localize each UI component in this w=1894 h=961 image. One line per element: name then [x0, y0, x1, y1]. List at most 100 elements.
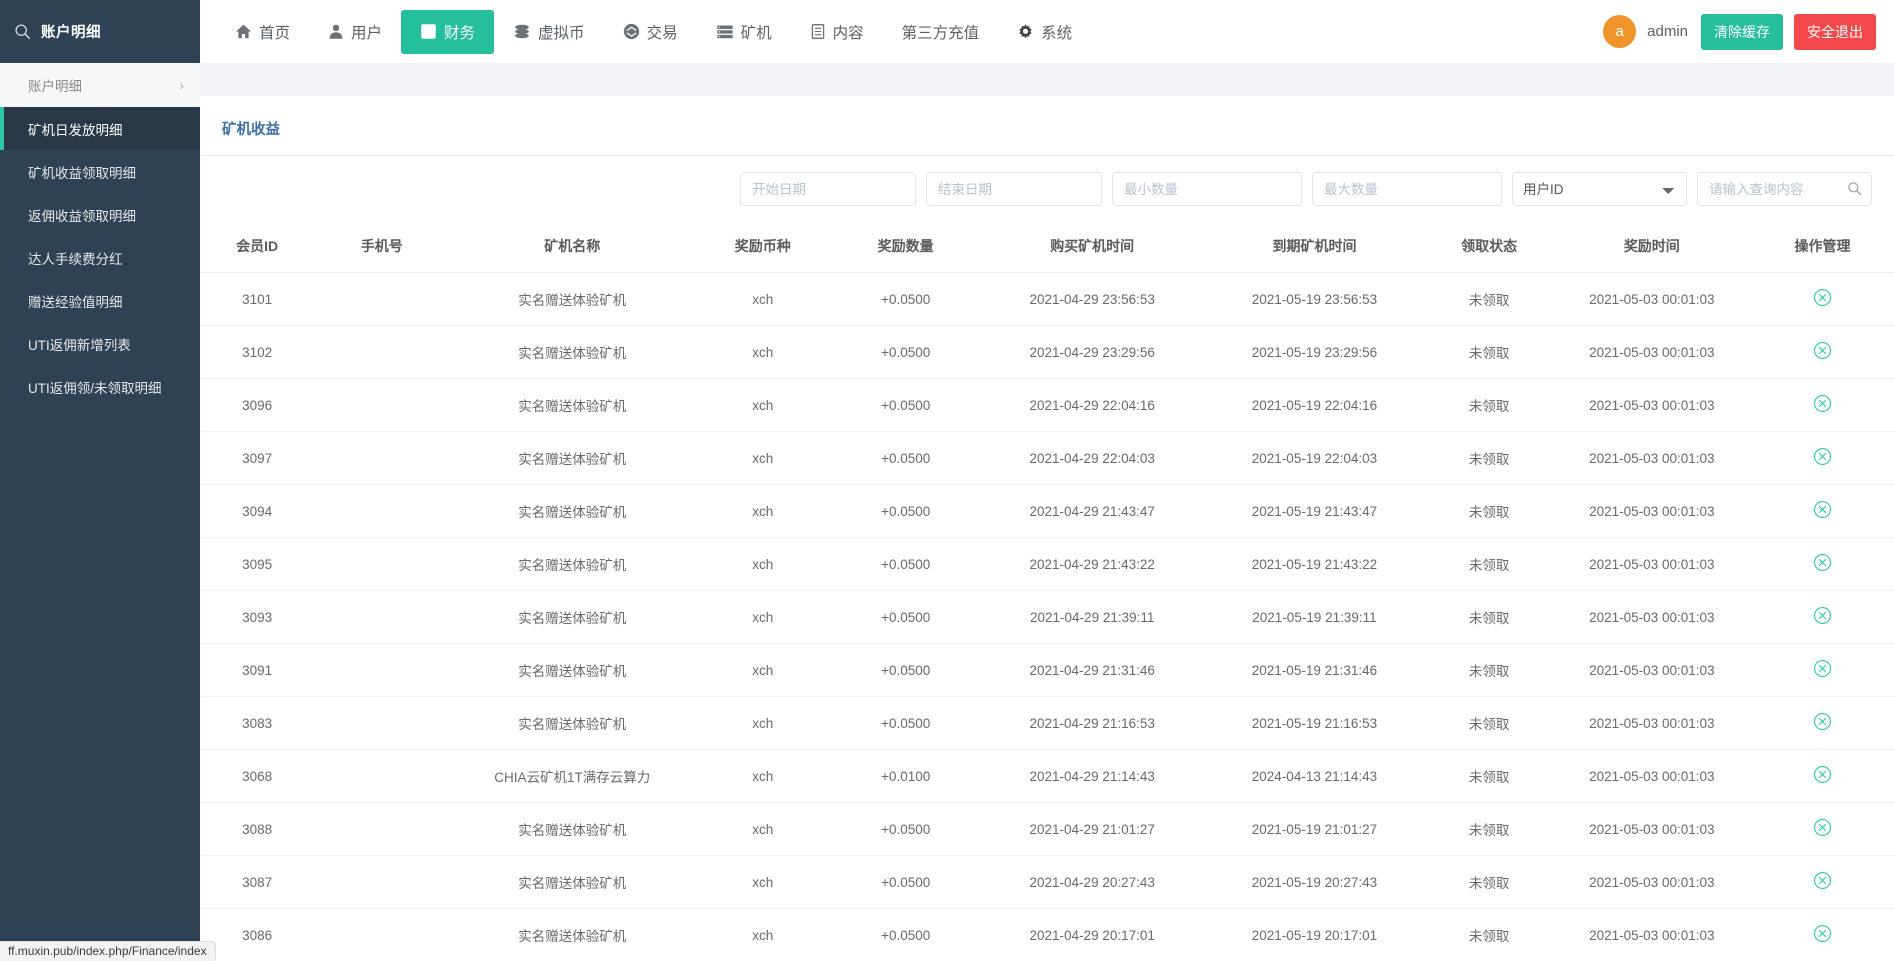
- search-type-select[interactable]: 用户ID: [1512, 172, 1687, 206]
- delete-icon[interactable]: [1813, 924, 1832, 943]
- sidebar-item-rebate-income-claim[interactable]: 返佣收益领取明细: [0, 193, 200, 236]
- sidebar-item-daily-payout[interactable]: 矿机日发放明细: [0, 107, 200, 150]
- cell-claim-status: 未领取: [1426, 644, 1553, 697]
- cell-claim-status: 未领取: [1426, 538, 1553, 591]
- nav-link-content[interactable]: 内容: [791, 10, 883, 54]
- cell-expire-time: 2021-05-19 23:56:53: [1203, 273, 1425, 326]
- cell-member-id: 3087: [200, 856, 314, 909]
- nav-link-finance[interactable]: ¥ 财务: [401, 10, 494, 54]
- column-header-claim-status: 领取状态: [1426, 222, 1553, 273]
- cell-reward-time: 2021-05-03 00:01:03: [1553, 326, 1751, 379]
- nav-link-third-party-recharge[interactable]: 第三方充值: [883, 10, 999, 54]
- table-body: 3101实名赠送体验矿机xch+0.05002021-04-29 23:56:5…: [200, 273, 1894, 961]
- delete-icon[interactable]: [1813, 500, 1832, 519]
- nav-link-label: 内容: [833, 21, 864, 43]
- nav-link-users[interactable]: 用户: [309, 10, 401, 54]
- cell-expire-time: 2021-05-19 20:27:43: [1203, 856, 1425, 909]
- top-nav-links: 首页 用户 ¥ 财务: [200, 0, 1091, 63]
- table-row[interactable]: 3096实名赠送体验矿机xch+0.05002021-04-29 22:04:1…: [200, 379, 1894, 432]
- cell-operations: [1751, 591, 1894, 644]
- sidebar-search[interactable]: 账户明细: [0, 0, 200, 63]
- table-row[interactable]: 3088实名赠送体验矿机xch+0.05002021-04-29 21:01:2…: [200, 803, 1894, 856]
- cell-purchase-time: 2021-04-29 21:43:22: [981, 538, 1203, 591]
- sidebar-item-label: 矿机收益领取明细: [28, 162, 136, 182]
- cell-phone: [314, 273, 449, 326]
- table-scroll-area[interactable]: 会员ID 手机号 矿机名称 奖励币种 奖励数量 购买矿机时间 到期矿机时间 领取…: [200, 222, 1894, 961]
- nav-link-home[interactable]: 首页: [216, 10, 309, 54]
- column-header-member-id: 会员ID: [200, 222, 314, 273]
- nav-link-exchange[interactable]: 交易: [604, 10, 697, 54]
- sidebar: 账户明细 账户明细 › 矿机日发放明细 矿机收益领取明细 返佣收益领取明细 达人…: [0, 0, 200, 961]
- cell-miner-name: 实名赠送体验矿机: [449, 485, 695, 538]
- sidebar-item-miner-income-claim[interactable]: 矿机收益领取明细: [0, 150, 200, 193]
- home-icon: [235, 23, 252, 40]
- delete-icon[interactable]: [1813, 394, 1832, 413]
- start-date-input[interactable]: [740, 172, 916, 206]
- cell-miner-name: 实名赠送体验矿机: [449, 538, 695, 591]
- cell-claim-status: 未领取: [1426, 803, 1553, 856]
- sidebar-item-gift-experience[interactable]: 赠送经验值明细: [0, 279, 200, 322]
- cell-reward-time: 2021-05-03 00:01:03: [1553, 697, 1751, 750]
- cell-reward-amount: +0.0500: [830, 273, 981, 326]
- cell-member-id: 3091: [200, 644, 314, 697]
- delete-icon[interactable]: [1813, 341, 1832, 360]
- logout-button[interactable]: 安全退出: [1794, 14, 1876, 50]
- sidebar-item-label: UTI返佣新增列表: [28, 334, 131, 354]
- nav-link-system[interactable]: 系统: [998, 10, 1091, 54]
- table-row[interactable]: 3094实名赠送体验矿机xch+0.05002021-04-29 21:43:4…: [200, 485, 1894, 538]
- cell-phone: [314, 750, 449, 803]
- cell-member-id: 3096: [200, 379, 314, 432]
- table-row[interactable]: 3083实名赠送体验矿机xch+0.05002021-04-29 21:16:5…: [200, 697, 1894, 750]
- delete-icon[interactable]: [1813, 871, 1832, 890]
- cell-member-id: 3088: [200, 803, 314, 856]
- sidebar-group-account-detail[interactable]: 账户明细 ›: [0, 63, 200, 107]
- min-amount-input[interactable]: [1112, 172, 1302, 206]
- cell-claim-status: 未领取: [1426, 432, 1553, 485]
- column-header-miner-name: 矿机名称: [449, 222, 695, 273]
- clear-cache-button[interactable]: 清除缓存: [1701, 14, 1783, 50]
- end-date-input[interactable]: [926, 172, 1102, 206]
- table-row[interactable]: 3087实名赠送体验矿机xch+0.05002021-04-29 20:27:4…: [200, 856, 1894, 909]
- cell-phone: [314, 326, 449, 379]
- table-row[interactable]: 3095实名赠送体验矿机xch+0.05002021-04-29 21:43:2…: [200, 538, 1894, 591]
- table-row[interactable]: 3091实名赠送体验矿机xch+0.05002021-04-29 21:31:4…: [200, 644, 1894, 697]
- nav-link-label: 财务: [444, 21, 475, 43]
- sidebar-item-uti-rebate-new[interactable]: UTI返佣新增列表: [0, 322, 200, 365]
- table-row[interactable]: 3097实名赠送体验矿机xch+0.05002021-04-29 22:04:0…: [200, 432, 1894, 485]
- cell-expire-time: 2021-05-19 22:04:16: [1203, 379, 1425, 432]
- column-header-reward-time: 奖励时间: [1553, 222, 1751, 273]
- delete-icon[interactable]: [1813, 818, 1832, 837]
- delete-icon[interactable]: [1813, 765, 1832, 784]
- table-row[interactable]: 3093实名赠送体验矿机xch+0.05002021-04-29 21:39:1…: [200, 591, 1894, 644]
- cell-operations: [1751, 856, 1894, 909]
- delete-icon[interactable]: [1813, 659, 1832, 678]
- sidebar-item-uti-rebate-claim[interactable]: UTI返佣领/未领取明细: [0, 365, 200, 408]
- delete-icon[interactable]: [1813, 288, 1832, 307]
- table-row[interactable]: 3068CHIA云矿机1T满存云算力xch+0.01002021-04-29 2…: [200, 750, 1894, 803]
- cell-member-id: 3086: [200, 909, 314, 961]
- delete-icon[interactable]: [1813, 712, 1832, 731]
- cell-reward-time: 2021-05-03 00:01:03: [1553, 538, 1751, 591]
- table-row[interactable]: 3101实名赠送体验矿机xch+0.05002021-04-29 23:56:5…: [200, 273, 1894, 326]
- cell-claim-status: 未领取: [1426, 326, 1553, 379]
- max-amount-input[interactable]: [1312, 172, 1502, 206]
- nav-link-miners[interactable]: 矿机: [697, 10, 791, 54]
- cell-expire-time: 2021-05-19 20:17:01: [1203, 909, 1425, 961]
- table-row[interactable]: 3086实名赠送体验矿机xch+0.05002021-04-29 20:17:0…: [200, 909, 1894, 961]
- nav-link-virtual-currency[interactable]: 虚拟币: [494, 10, 604, 54]
- document-icon: [810, 23, 826, 40]
- content-panel: 矿机收益 用户ID: [200, 96, 1894, 961]
- delete-icon[interactable]: [1813, 447, 1832, 466]
- cell-miner-name: 实名赠送体验矿机: [449, 432, 695, 485]
- cell-reward-time: 2021-05-03 00:01:03: [1553, 273, 1751, 326]
- sidebar-item-expert-fee-dividend[interactable]: 达人手续费分红: [0, 236, 200, 279]
- avatar[interactable]: a: [1603, 15, 1636, 48]
- nav-link-label: 交易: [647, 21, 678, 43]
- table-row[interactable]: 3102实名赠送体验矿机xch+0.05002021-04-29 23:29:5…: [200, 326, 1894, 379]
- search-input[interactable]: [1697, 172, 1872, 206]
- sidebar-group-label: 账户明细: [28, 75, 82, 95]
- delete-icon[interactable]: [1813, 553, 1832, 572]
- delete-icon[interactable]: [1813, 606, 1832, 625]
- cell-reward-coin: xch: [695, 909, 830, 961]
- cell-expire-time: 2024-04-13 21:14:43: [1203, 750, 1425, 803]
